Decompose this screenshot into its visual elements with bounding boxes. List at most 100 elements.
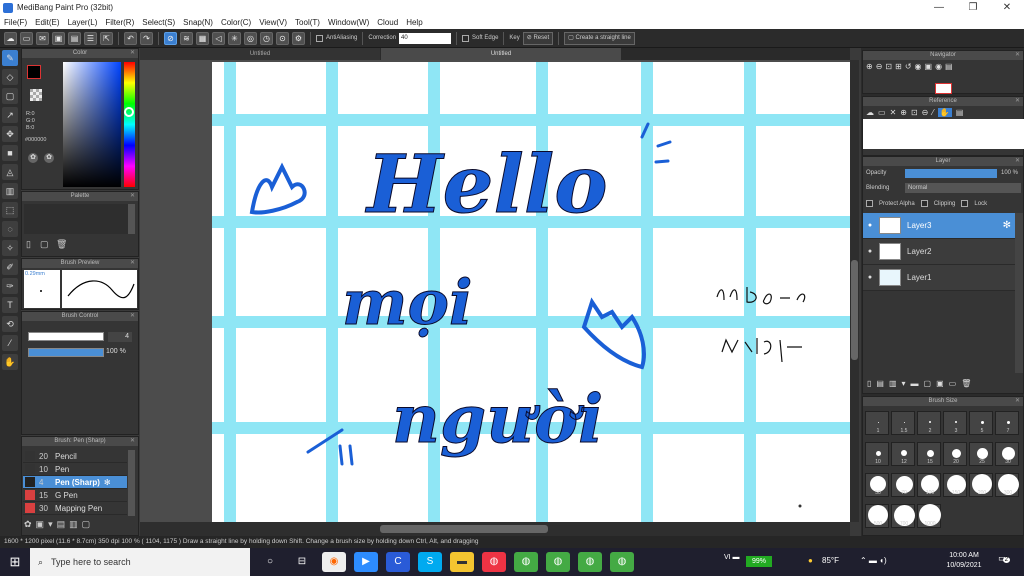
zoom-app-icon[interactable]: ▶ <box>354 552 378 572</box>
layer-opacity-slider[interactable] <box>905 169 997 178</box>
brush-size-cell[interactable]: 700 <box>891 504 915 528</box>
brush-size-cell[interactable]: 150 <box>943 473 967 497</box>
brush-size-cell[interactable]: 3 <box>943 411 967 435</box>
visibility-icon[interactable]: ● <box>863 274 877 281</box>
maximize-button[interactable]: ❐ <box>956 0 990 15</box>
move-tool-icon[interactable]: ✥ <box>2 126 18 142</box>
minimize-button[interactable]: — <box>922 0 956 15</box>
list-icon[interactable]: ☰ <box>84 31 97 45</box>
magic-wand-icon[interactable]: ✧ <box>2 240 18 256</box>
panel-close-icon[interactable]: ✕ <box>130 49 135 58</box>
layer-row-layer2[interactable]: ● Layer2 <box>863 239 1015 265</box>
undo-icon[interactable]: ↶ <box>124 31 137 45</box>
rotate-reset-icon[interactable]: ◉ <box>915 62 922 71</box>
notification-icon[interactable]: ▭2 <box>994 553 1014 571</box>
brush-paste-icon[interactable]: ▥ <box>69 519 78 530</box>
palette-add-icon[interactable]: ▯ <box>26 239 31 250</box>
export-icon[interactable]: ⇱ <box>100 31 113 45</box>
snap-settings-icon[interactable]: ⚙ <box>292 31 305 45</box>
brush-size-cell[interactable]: 5 <box>969 411 993 435</box>
panel-close-icon[interactable]: ✕ <box>1015 157 1020 166</box>
eyedropper-icon[interactable]: ⁄ <box>2 335 18 351</box>
brush-size-cell[interactable]: 25 <box>969 442 993 466</box>
clipping-checkbox[interactable] <box>920 200 928 207</box>
coccoc-app-icon[interactable]: C <box>386 552 410 572</box>
delete-layer-icon[interactable]: 🗑 <box>961 379 971 388</box>
brush-size-cell[interactable]: 300 <box>995 473 1019 497</box>
brush-size-cell[interactable]: 30 <box>995 442 1019 466</box>
brush-size-cell[interactable]: 200 <box>969 473 993 497</box>
hue-handle[interactable] <box>124 107 134 117</box>
temperature-text[interactable]: 85°F <box>822 556 839 565</box>
vscroll-thumb[interactable] <box>851 260 858 360</box>
redo-icon[interactable]: ↷ <box>140 31 153 45</box>
chrome-app-icon-2[interactable]: ◍ <box>546 552 570 572</box>
new-8bit-layer-icon[interactable]: ▥ <box>889 379 897 388</box>
medibang-app-icon[interactable]: ◉ <box>322 552 346 572</box>
menu-color[interactable]: Color(C) <box>221 18 251 27</box>
palette-copy-icon[interactable]: ▢ <box>40 239 49 250</box>
layer-row-layer3[interactable]: ● Layer3 ✻ <box>863 213 1015 239</box>
menu-snap[interactable]: Snap(N) <box>183 18 213 27</box>
reference-eyedropper-icon[interactable]: ⁄ <box>932 108 933 117</box>
brush-size-cell[interactable]: 50 <box>865 473 889 497</box>
palette-scrollbar[interactable] <box>128 204 135 234</box>
menu-select[interactable]: Select(S) <box>142 18 175 27</box>
windows-start-icon[interactable]: ⊞ <box>0 554 30 570</box>
correction-select[interactable]: 40 <box>399 32 452 44</box>
chrome-badge-icon[interactable]: ◍ <box>482 552 506 572</box>
brush-item-g-pen[interactable]: 15 G Pen <box>23 489 127 502</box>
snap-curve-icon[interactable]: ◷ <box>260 31 273 45</box>
brush-size-cell[interactable]: 2 <box>917 411 941 435</box>
reference-scroll-icon[interactable]: ▤ <box>956 108 964 117</box>
navigator-thumbnail[interactable] <box>935 83 952 94</box>
graduation-tool-icon[interactable]: ↗ <box>2 107 18 123</box>
brush-size-cell[interactable]: 12 <box>891 442 915 466</box>
bucket-tool-icon[interactable]: ◬ <box>2 164 18 180</box>
drawing-canvas[interactable]: Hello mọi người <box>212 62 850 522</box>
foreground-color-swatch[interactable] <box>27 65 41 79</box>
hscroll-thumb[interactable] <box>380 525 548 533</box>
brush-size-value[interactable]: 4 <box>108 332 132 342</box>
brush-tool-icon[interactable]: ✎ <box>2 50 18 66</box>
brush-size-cell[interactable]: 1 <box>865 411 889 435</box>
select-eraser-icon[interactable]: ✑ <box>2 278 18 294</box>
snap-perspective-icon[interactable]: ◁ <box>212 31 225 45</box>
soft-edge-checkbox[interactable] <box>462 34 470 42</box>
brush-settings-icon[interactable]: ✻ <box>104 478 111 487</box>
merge-down-icon[interactable]: ▣ <box>936 379 944 388</box>
brush-size-cell[interactable]: 20 <box>943 442 967 466</box>
menu-edit[interactable]: Edit(E) <box>35 18 59 27</box>
menu-cloud[interactable]: Cloud <box>377 18 398 27</box>
gradient-tool-icon[interactable]: ▥ <box>2 183 18 199</box>
brush-add-icon[interactable]: ▣ <box>36 519 45 530</box>
snap-grid-icon[interactable]: ▦ <box>196 31 209 45</box>
brush-size-cell[interactable]: 1000 <box>917 504 941 528</box>
brush-item-pen[interactable]: 10 Pen <box>23 463 127 476</box>
panel-close-icon[interactable]: ✕ <box>1015 397 1020 406</box>
taskbar-search[interactable]: ⌕ Type here to search <box>30 548 250 576</box>
reference-close-icon[interactable]: ✕ <box>890 108 897 117</box>
comment-icon[interactable]: ✉ <box>36 31 49 45</box>
brush-list-scrollbar[interactable] <box>128 450 135 516</box>
menu-window[interactable]: Window(W) <box>328 18 369 27</box>
reference-cloud-icon[interactable]: ☁ <box>866 108 874 117</box>
brush-item-pencil[interactable]: 20 Pencil <box>23 450 127 463</box>
snap-radial-icon[interactable]: ✳ <box>228 31 241 45</box>
zoom-in-icon[interactable]: ⊕ <box>866 62 873 71</box>
brush-size-cell[interactable]: 70 <box>891 473 915 497</box>
brush-copy-icon[interactable]: ▤ <box>57 519 66 530</box>
canvas-horizontal-scrollbar[interactable] <box>140 522 850 536</box>
fill-rect-icon[interactable]: ■ <box>2 145 18 161</box>
hue-slider[interactable] <box>124 62 135 187</box>
reference-fit-icon[interactable]: ⊡ <box>911 108 918 117</box>
rotate-left-icon[interactable]: ↺ <box>905 62 912 71</box>
new-layer-dropdown-icon[interactable]: ▾ <box>902 379 906 388</box>
brush-opacity-slider[interactable] <box>28 348 104 357</box>
clock[interactable]: 10:00 AM 10/09/2021 <box>944 551 984 571</box>
chrome-app-icon-3[interactable]: ◍ <box>578 552 602 572</box>
tray-overflow-icon[interactable]: ⌃ ▬ ◖) <box>860 556 887 565</box>
reset-button[interactable]: ⊘ Reset <box>522 31 554 45</box>
brush-item-mapping-pen[interactable]: 30 Mapping Pen <box>23 502 127 515</box>
select-tool-icon[interactable]: ⬚ <box>2 202 18 218</box>
